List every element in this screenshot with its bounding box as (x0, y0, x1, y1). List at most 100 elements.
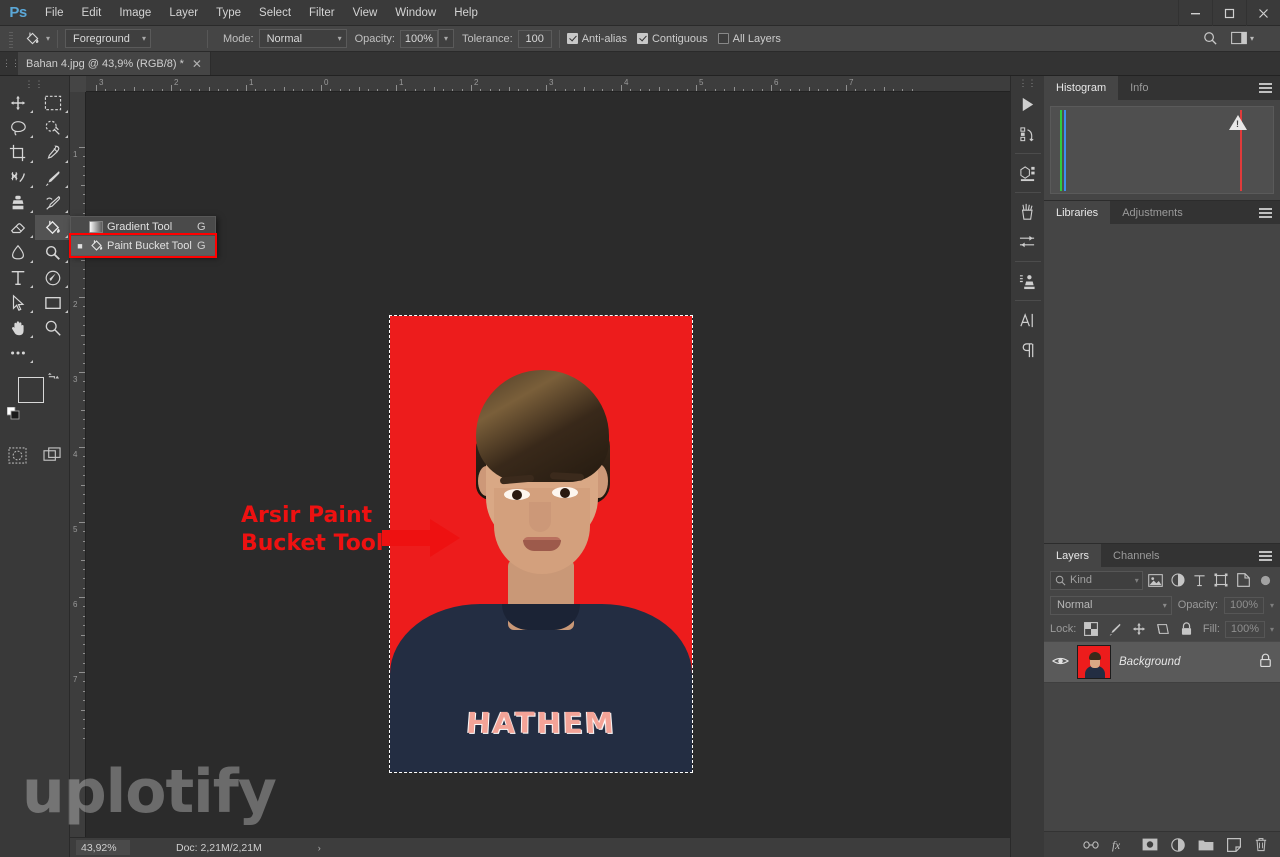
opacity-slider-toggle[interactable]: ▾ (437, 29, 454, 48)
menu-help[interactable]: Help (445, 0, 487, 26)
workspace-switcher[interactable]: ▾ (1231, 31, 1254, 45)
menu-layer[interactable]: Layer (160, 0, 207, 26)
tab-libraries[interactable]: Libraries (1044, 201, 1111, 224)
lock-artboard-icon[interactable] (1153, 620, 1172, 638)
tool-pen-tool[interactable] (35, 265, 70, 290)
tool-rectangular-marquee-tool[interactable] (35, 90, 70, 115)
tool-dodge-tool[interactable] (35, 240, 70, 265)
tool-brush-tool[interactable] (35, 165, 70, 190)
flyout-item-gradient-tool[interactable]: Gradient Tool G (71, 217, 215, 236)
menu-type[interactable]: Type (207, 0, 250, 26)
cached-data-warning-icon[interactable] (1229, 115, 1247, 130)
libraries-panel-body[interactable] (1044, 224, 1280, 543)
artboard[interactable]: HATHEM Arsir Paint Bucket Tool (86, 92, 1010, 837)
tool-crop-tool[interactable] (0, 140, 35, 165)
layer-visibility-toggle[interactable] (1051, 655, 1070, 670)
lock-image-icon[interactable] (1105, 620, 1124, 638)
3d-icon[interactable] (1013, 158, 1043, 188)
character-icon[interactable] (1013, 305, 1043, 335)
menu-select[interactable]: Select (250, 0, 300, 26)
lock-transparency-icon[interactable] (1081, 620, 1100, 638)
histogram-panel-menu-icon[interactable] (1259, 83, 1272, 93)
search-button[interactable] (1203, 31, 1218, 49)
layer-thumbnail[interactable] (1077, 645, 1111, 679)
menu-edit[interactable]: Edit (73, 0, 111, 26)
layer-blend-mode-select[interactable]: Normal ▾ (1050, 595, 1172, 615)
layer-name[interactable]: Background (1119, 656, 1251, 668)
tab-channels[interactable]: Channels (1101, 544, 1172, 567)
tool-paint-bucket-tool[interactable] (35, 215, 70, 240)
clone-source-icon[interactable] (1013, 266, 1043, 296)
history-icon[interactable] (1013, 119, 1043, 149)
tab-layers[interactable]: Layers (1044, 544, 1102, 567)
layer-fill-input[interactable]: 100% (1224, 620, 1265, 638)
fill-source-select[interactable]: Foreground ▾ (65, 29, 152, 48)
tool-eraser-tool[interactable] (0, 215, 35, 240)
tab-bar-grip[interactable]: ⋮⋮ (2, 52, 20, 75)
tool-zoom-tool[interactable] (35, 315, 70, 340)
layers-list-empty-area[interactable] (1044, 683, 1280, 831)
minimize-button[interactable] (1178, 0, 1212, 26)
layer-kind-filter[interactable]: Kind ▾ (1050, 570, 1143, 590)
tool-blur-tool[interactable] (0, 240, 35, 265)
histogram-plot[interactable] (1050, 106, 1274, 194)
smart-object-filter-icon[interactable] (1234, 571, 1252, 590)
tool-quick-selection-tool[interactable] (35, 115, 70, 140)
quick-mask-button[interactable] (8, 447, 27, 467)
tool-rectangle-tool[interactable] (35, 290, 70, 315)
tolerance-input[interactable]: 100 (517, 29, 552, 48)
options-bar-grip[interactable] (6, 28, 16, 49)
maximize-button[interactable] (1212, 0, 1246, 26)
menu-filter[interactable]: Filter (300, 0, 344, 26)
tools-panel-grip[interactable]: ⋮⋮ (0, 78, 69, 90)
tool-flyout-menu[interactable]: Gradient Tool G ■ Paint Bucket Tool G (70, 216, 216, 256)
document-tab-close-icon[interactable]: ✕ (192, 57, 202, 71)
opacity-input[interactable]: 100% (399, 29, 438, 48)
screen-mode-button[interactable] (43, 447, 62, 467)
tool-hand-tool[interactable] (0, 315, 35, 340)
layer-opacity-input[interactable]: 100% (1224, 596, 1264, 614)
layers-panel-menu-icon[interactable] (1259, 551, 1272, 561)
libraries-panel-menu-icon[interactable] (1259, 208, 1272, 218)
menu-window[interactable]: Window (386, 0, 445, 26)
zoom-level-input[interactable]: 43,92% (76, 840, 130, 855)
horizontal-ruler[interactable]: 3 2 1 0 1 2 3 4 5 6 7 (70, 76, 1010, 92)
tab-histogram[interactable]: Histogram (1044, 76, 1119, 100)
paragraph-icon[interactable] (1013, 335, 1043, 365)
vertical-ruler[interactable]: 11234567 (70, 92, 86, 857)
adjustments-icon[interactable] (1013, 227, 1043, 257)
anti-alias-checkbox[interactable]: Anti-alias (566, 33, 627, 45)
shape-filter-icon[interactable] (1212, 571, 1230, 590)
tool-type-tool[interactable] (0, 265, 35, 290)
all-layers-checkbox[interactable]: All Layers (717, 33, 781, 45)
tab-adjustments[interactable]: Adjustments (1110, 201, 1195, 224)
fill-chevron-icon[interactable]: ▾ (1270, 625, 1274, 634)
tool-edit-toolbar-tool[interactable] (0, 340, 35, 365)
foreground-color-swatch[interactable] (18, 377, 44, 403)
opacity-chevron-icon[interactable]: ▾ (1270, 601, 1274, 610)
menu-image[interactable]: Image (110, 0, 160, 26)
current-tool-preset-picker[interactable]: ▾ (24, 30, 50, 47)
tool-history-brush-tool[interactable] (35, 190, 70, 215)
layer-lock-indicator[interactable] (1259, 653, 1272, 671)
tool-healing-brush-tool[interactable] (0, 165, 35, 190)
status-expand-icon[interactable]: › (318, 843, 321, 853)
adjustment-filter-icon[interactable] (1169, 571, 1187, 590)
lock-position-icon[interactable] (1129, 620, 1148, 638)
brushes-icon[interactable] (1013, 197, 1043, 227)
contiguous-checkbox[interactable]: Contiguous (636, 33, 708, 45)
flyout-item-paint-bucket-tool[interactable]: ■ Paint Bucket Tool G (71, 236, 215, 255)
tool-move-tool[interactable] (0, 90, 35, 115)
menu-file[interactable]: File (36, 0, 73, 26)
swap-colors-icon[interactable] (47, 372, 60, 388)
close-button[interactable] (1246, 0, 1280, 26)
dock-grip[interactable]: ⋮⋮ (1019, 78, 1037, 89)
filter-toggle-icon[interactable] (1256, 571, 1274, 590)
tool-lasso-tool[interactable] (0, 115, 35, 140)
tab-info[interactable]: Info (1118, 76, 1161, 100)
tool-clone-stamp-tool[interactable] (0, 190, 35, 215)
tool-eyedropper-tool[interactable] (35, 140, 70, 165)
type-filter-icon[interactable] (1191, 571, 1209, 590)
document-tab[interactable]: Bahan 4.jpg @ 43,9% (RGB/8) * ✕ (18, 52, 211, 75)
lock-all-icon[interactable] (1177, 620, 1196, 638)
